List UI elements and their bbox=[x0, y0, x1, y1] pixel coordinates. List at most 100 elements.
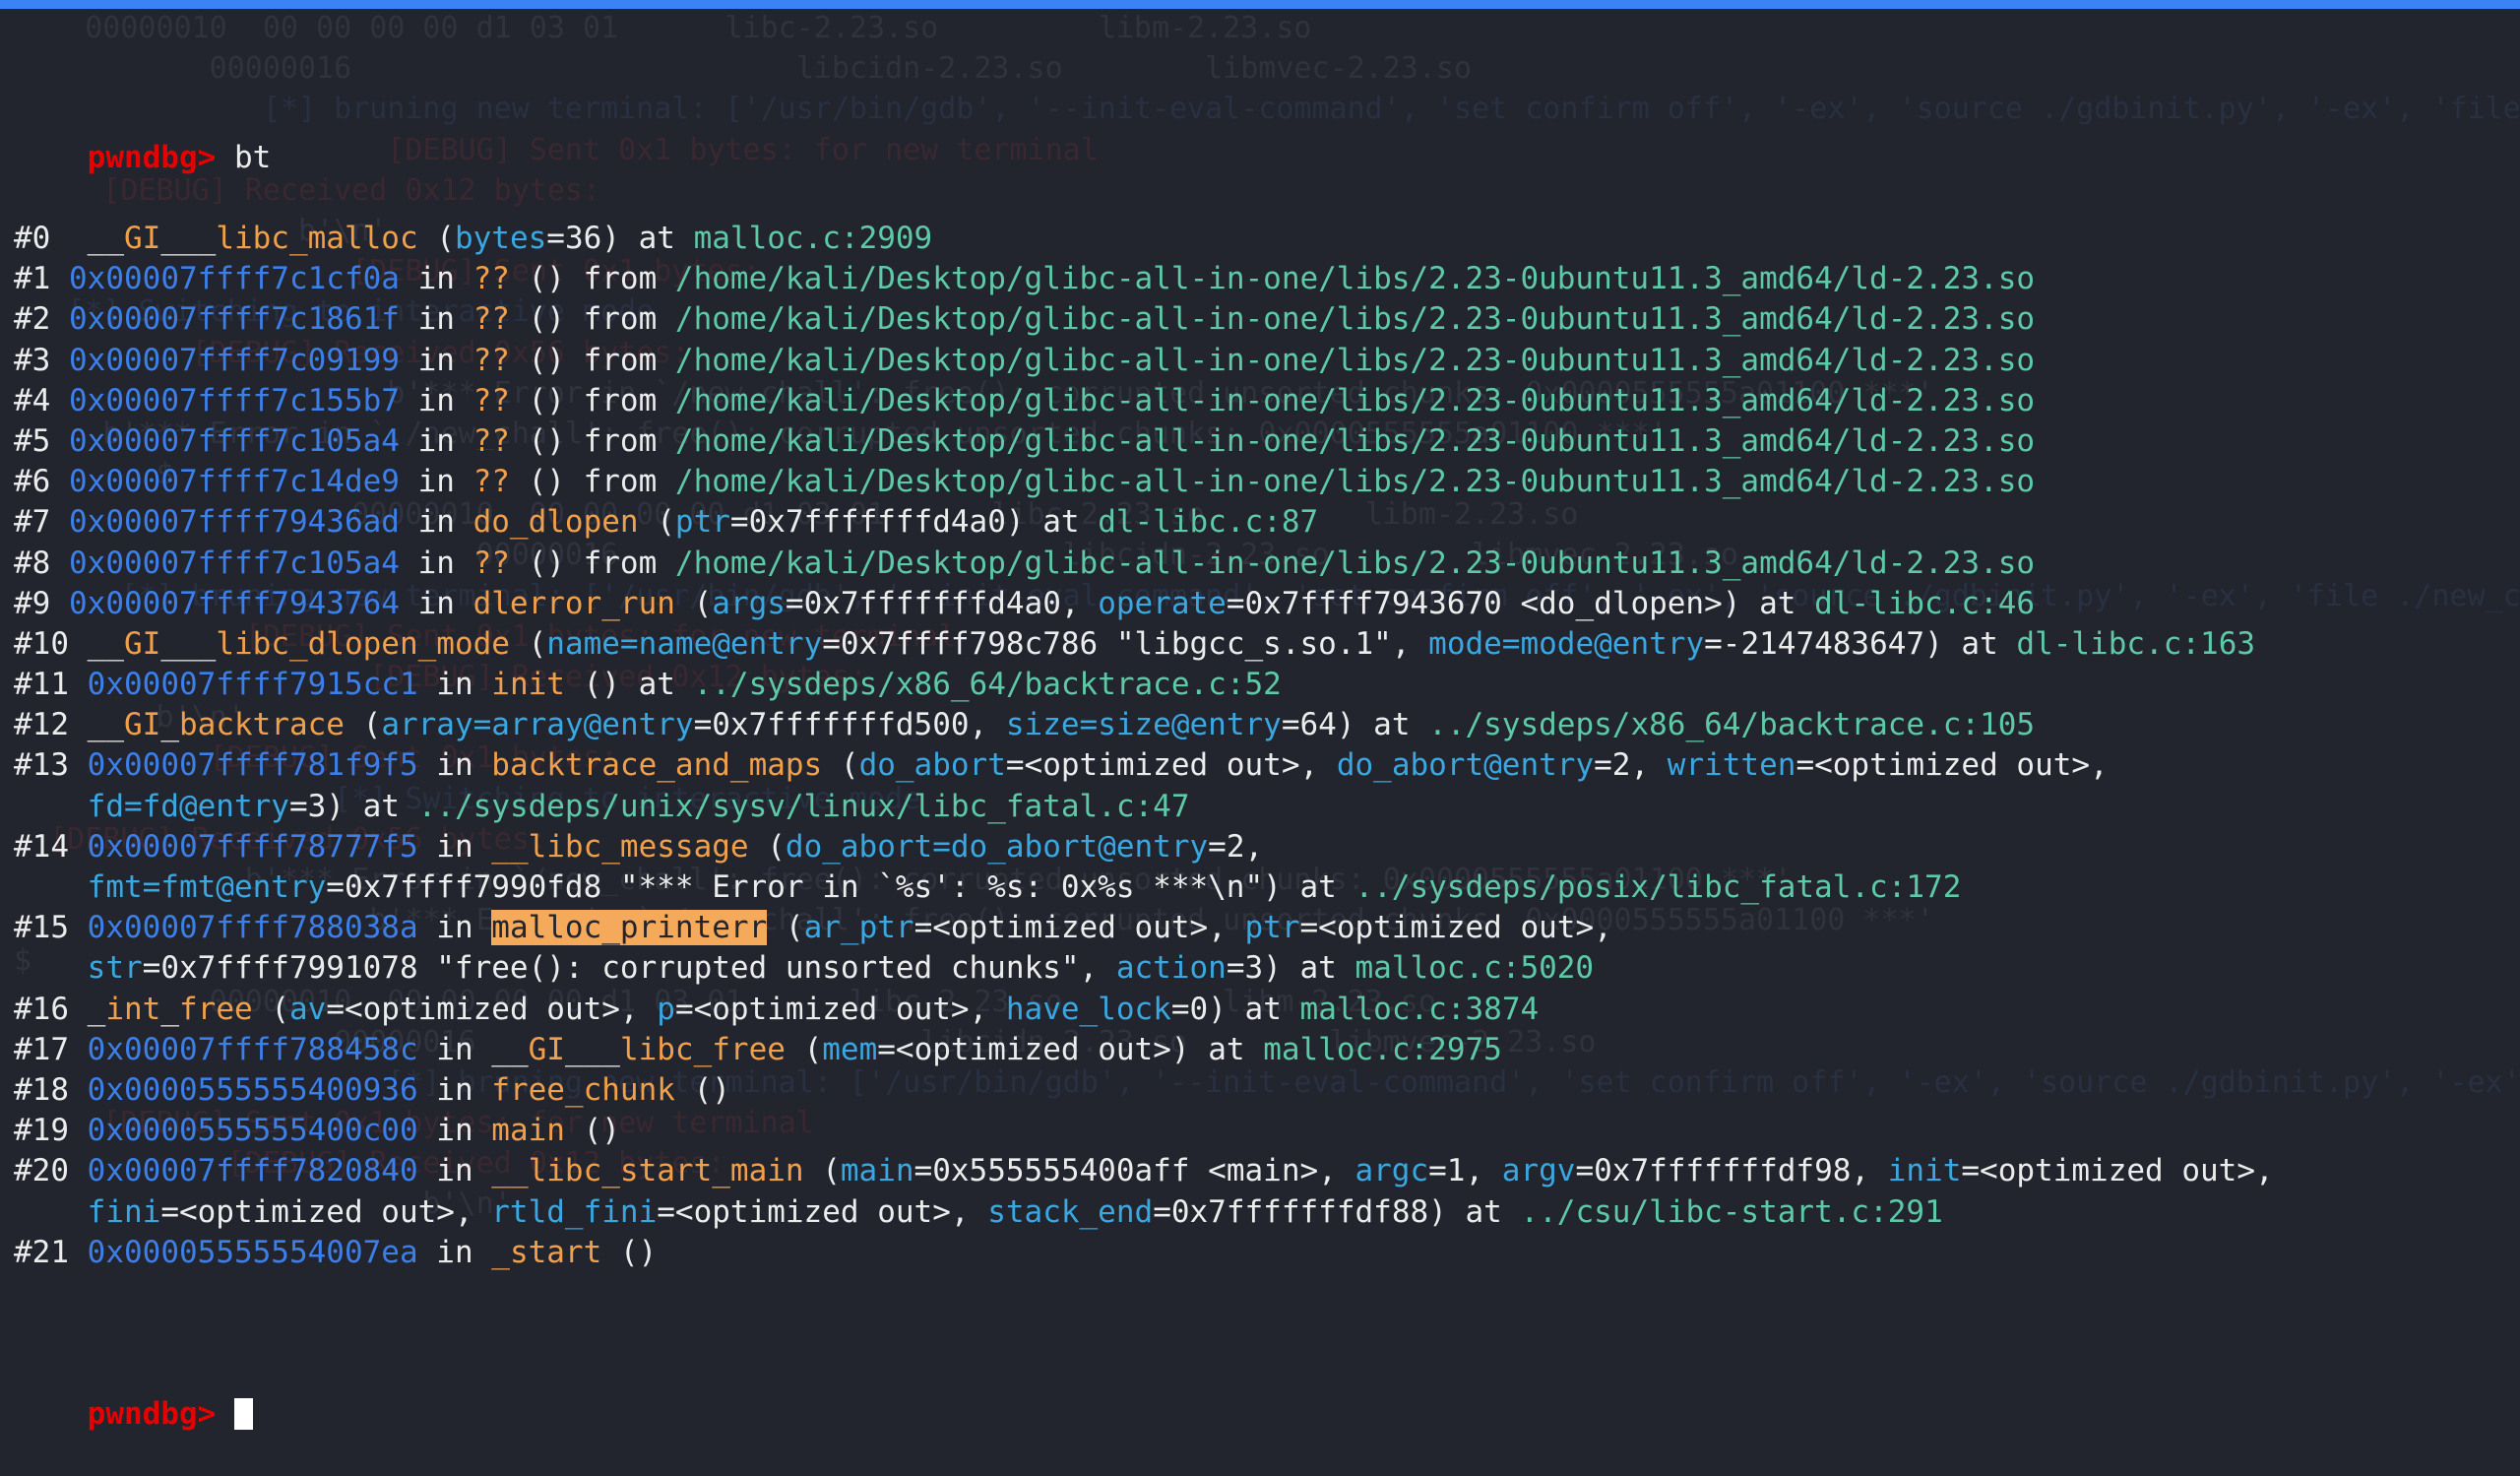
frame-index: #11 bbox=[14, 667, 69, 703]
frame-index: #14 bbox=[14, 828, 69, 865]
frame-token: ( bbox=[252, 991, 289, 1027]
frame-token: =<optimized out>) at bbox=[877, 1031, 1264, 1067]
backtrace-frame: #8 0x00007ffff7c105a4 in ?? () from /hom… bbox=[14, 544, 2520, 584]
frame-token: in bbox=[399, 545, 473, 581]
frame-token bbox=[50, 586, 69, 621]
frame-token bbox=[50, 383, 69, 418]
frame-token: ___ bbox=[160, 625, 217, 662]
frame-token: /home/kali/Desktop/glibc-all-in-one/libs… bbox=[674, 545, 2036, 581]
frame-token: =0x7fffffffd4a0, bbox=[785, 585, 1099, 621]
frame-token: stack_end bbox=[987, 1193, 1154, 1230]
frame-token bbox=[14, 1194, 88, 1230]
frame-token: =<optimized out>, bbox=[914, 910, 1245, 946]
frame-token: main bbox=[840, 1153, 914, 1189]
frame-token: =<optimized out>, bbox=[1961, 1153, 2274, 1189]
prompt-line-active[interactable]: pwndbg> bbox=[14, 1354, 2520, 1432]
frame-index: #0 bbox=[14, 221, 51, 256]
frame-index: #15 bbox=[14, 910, 69, 946]
frame-token: ?? bbox=[472, 422, 510, 459]
frame-token bbox=[69, 1113, 88, 1148]
terminal-output[interactable]: pwndbg> bt #0 __GI___libc_malloc (bytes=… bbox=[0, 0, 2520, 1433]
frame-token bbox=[50, 301, 69, 337]
frame-token: =<optimized out>, bbox=[674, 991, 1006, 1027]
frame-token: ?? bbox=[472, 464, 510, 500]
frame-token: =0x7ffff7990fd8 "*** Error in `%s': %s: … bbox=[326, 869, 1355, 905]
frame-token bbox=[69, 1032, 88, 1067]
backtrace-frame: #14 0x00007ffff78777f5 in __libc_message… bbox=[14, 827, 2520, 867]
frame-token: =0x555555400aff <main>, bbox=[914, 1153, 1355, 1189]
frame-token: __libc_message bbox=[491, 828, 749, 865]
frame-token: in bbox=[417, 667, 492, 703]
frame-token: 0x00007ffff788458c bbox=[87, 1031, 418, 1067]
frame-token bbox=[50, 261, 69, 296]
frame-token: in bbox=[399, 464, 473, 500]
frame-token: _ bbox=[160, 991, 179, 1027]
frame-token: in bbox=[399, 585, 473, 621]
frame-token: dlerror_run bbox=[472, 585, 675, 621]
frame-token bbox=[14, 950, 88, 986]
frame-token: ( bbox=[767, 910, 804, 946]
frame-token: () from bbox=[509, 422, 675, 459]
backtrace-frame: #13 0x00007ffff781f9f5 in backtrace_and_… bbox=[14, 745, 2520, 786]
frame-token: GI bbox=[124, 707, 161, 743]
frame-token: =0x7fffffffdf88) at bbox=[1153, 1193, 1521, 1230]
frame-token: operate bbox=[1098, 585, 1227, 621]
frame-token: bytes bbox=[454, 221, 547, 256]
frame-token: ( bbox=[803, 1153, 841, 1189]
frame-index: #7 bbox=[14, 504, 51, 541]
frame-token: libc_dlopen_mode bbox=[216, 625, 510, 662]
frame-token: backtrace_and_maps bbox=[491, 747, 823, 784]
frame-token bbox=[69, 747, 88, 783]
frame-token: /home/kali/Desktop/glibc-all-in-one/libs… bbox=[674, 261, 2036, 297]
frame-token: 0x00007ffff7c105a4 bbox=[69, 545, 400, 581]
frame-token: free bbox=[179, 991, 253, 1027]
frame-token: /home/kali/Desktop/glibc-all-in-one/libs… bbox=[674, 464, 2036, 500]
backtrace-frame-list: #0 __GI___libc_malloc (bytes=36) at mall… bbox=[14, 219, 2520, 1273]
frame-token: ?? bbox=[472, 382, 510, 418]
backtrace-frame-continuation: str=0x7ffff7991078 "free(): corrupted un… bbox=[14, 948, 2520, 989]
frame-token: =36) at bbox=[546, 221, 694, 256]
frame-index: #19 bbox=[14, 1113, 69, 1149]
frame-token: __ bbox=[69, 625, 124, 662]
frame-token: 0x00007ffff7c1cf0a bbox=[69, 261, 400, 297]
frame-token: dl-libc.c:163 bbox=[2016, 625, 2256, 662]
frame-token: in bbox=[417, 828, 492, 865]
frame-token: malloc.c:5020 bbox=[1354, 950, 1595, 987]
frame-token bbox=[50, 504, 69, 540]
frame-token: 0x00007ffff7c1861f bbox=[69, 301, 400, 338]
frame-index: #8 bbox=[14, 545, 51, 581]
frame-token: ../sysdeps/x86_64/backtrace.c:105 bbox=[1428, 707, 2036, 743]
frame-token: =3) at bbox=[1226, 950, 1355, 987]
frame-token: ar_ptr bbox=[803, 910, 914, 946]
backtrace-frame: #15 0x00007ffff788038a in malloc_printer… bbox=[14, 908, 2520, 948]
backtrace-frame: #5 0x00007ffff7c105a4 in ?? () from /hom… bbox=[14, 421, 2520, 462]
frame-token: 0x00007ffff7c105a4 bbox=[69, 422, 400, 459]
frame-token: in bbox=[417, 1071, 492, 1108]
frame-token bbox=[69, 910, 88, 945]
frame-token: ../csu/libc-start.c:291 bbox=[1520, 1193, 1943, 1230]
frame-token: init bbox=[1887, 1153, 1962, 1189]
frame-token: libc_malloc bbox=[216, 221, 418, 256]
frame-token: =<optimized out>, bbox=[160, 1193, 492, 1230]
prompt-label: pwndbg> bbox=[87, 139, 217, 175]
frame-token: argv bbox=[1501, 1153, 1576, 1189]
backtrace-frame: #12 __GI_backtrace (array=array@entry=0x… bbox=[14, 705, 2520, 745]
frame-token: =3) at bbox=[288, 788, 418, 824]
backtrace-frame: #18 0x0000555555400936 in free_chunk () bbox=[14, 1070, 2520, 1111]
backtrace-frame: #7 0x00007ffff79436ad in do_dlopen (ptr=… bbox=[14, 502, 2520, 543]
frame-token: do_abort@entry bbox=[1336, 747, 1595, 784]
frame-token: in bbox=[399, 382, 473, 418]
frame-token: =0x7fffffffd4a0) at bbox=[729, 504, 1099, 541]
frame-token: GI bbox=[123, 221, 161, 256]
frame-token: _ bbox=[69, 991, 106, 1027]
frame-token: =64) at bbox=[1281, 707, 1429, 743]
frame-token: =<optimized out>, bbox=[1796, 747, 2109, 784]
frame-token: backtrace bbox=[179, 707, 345, 743]
backtrace-frame-continuation: fmt=fmt@entry=0x7ffff7990fd8 "*** Error … bbox=[14, 867, 2520, 908]
frame-token: /home/kali/Desktop/glibc-all-in-one/libs… bbox=[674, 382, 2036, 418]
frame-token: __libc_start_main bbox=[491, 1153, 804, 1189]
frame-token: /home/kali/Desktop/glibc-all-in-one/libs… bbox=[674, 422, 2036, 459]
frame-token: fd=fd@entry bbox=[87, 788, 289, 824]
backtrace-frame: #9 0x00007ffff7943764 in dlerror_run (ar… bbox=[14, 584, 2520, 624]
frame-token: in bbox=[417, 747, 492, 784]
